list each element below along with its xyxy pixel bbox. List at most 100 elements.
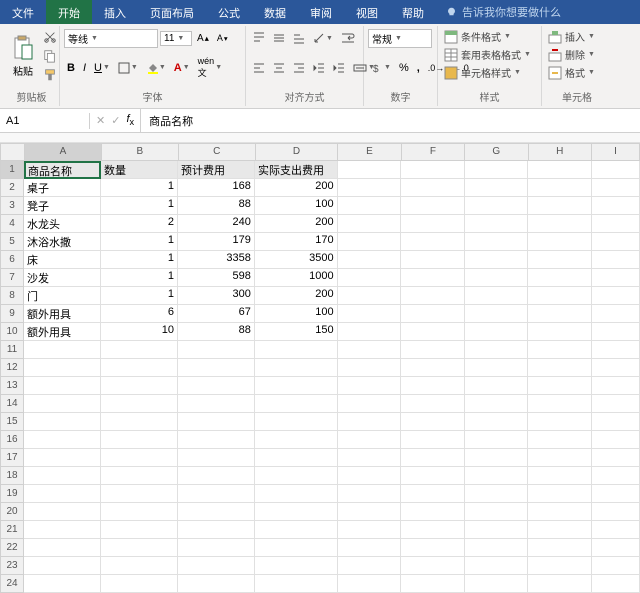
cell[interactable] bbox=[465, 287, 529, 305]
tab-formulas[interactable]: 公式 bbox=[206, 0, 252, 24]
row-header[interactable]: 14 bbox=[0, 395, 24, 413]
tab-view[interactable]: 视图 bbox=[344, 0, 390, 24]
cell[interactable]: 240 bbox=[178, 215, 255, 233]
cell[interactable] bbox=[465, 431, 529, 449]
cell[interactable] bbox=[528, 323, 592, 341]
tab-layout[interactable]: 页面布局 bbox=[138, 0, 206, 24]
cell[interactable] bbox=[101, 359, 178, 377]
cell[interactable] bbox=[338, 449, 402, 467]
cell[interactable] bbox=[528, 431, 592, 449]
cell[interactable] bbox=[528, 575, 592, 593]
cell[interactable] bbox=[255, 449, 338, 467]
cell[interactable]: 桌子 bbox=[24, 179, 101, 197]
cell[interactable]: 沐浴水撒 bbox=[24, 233, 101, 251]
row-header[interactable]: 19 bbox=[0, 485, 24, 503]
cell[interactable]: 150 bbox=[255, 323, 338, 341]
cell[interactable] bbox=[255, 485, 338, 503]
cell[interactable]: 预计费用 bbox=[178, 161, 255, 179]
cell[interactable] bbox=[255, 503, 338, 521]
cell[interactable] bbox=[465, 557, 529, 575]
tab-insert[interactable]: 插入 bbox=[92, 0, 138, 24]
cell[interactable] bbox=[24, 521, 101, 539]
cell[interactable]: 额外用具 bbox=[24, 323, 101, 341]
cell[interactable] bbox=[338, 359, 402, 377]
cell[interactable] bbox=[528, 161, 592, 179]
cell[interactable] bbox=[24, 431, 101, 449]
cell[interactable] bbox=[101, 503, 178, 521]
cell[interactable] bbox=[178, 485, 255, 503]
cell[interactable] bbox=[178, 359, 255, 377]
cell[interactable] bbox=[401, 179, 465, 197]
cell[interactable] bbox=[401, 287, 465, 305]
cell[interactable] bbox=[465, 539, 529, 557]
cell[interactable] bbox=[528, 287, 592, 305]
italic-button[interactable]: I bbox=[80, 60, 89, 76]
column-header[interactable]: E bbox=[338, 143, 401, 161]
cell[interactable] bbox=[465, 413, 529, 431]
cell[interactable]: 88 bbox=[178, 197, 255, 215]
cell[interactable]: 沙发 bbox=[24, 269, 101, 287]
cell[interactable] bbox=[592, 413, 640, 431]
cell[interactable] bbox=[592, 161, 640, 179]
cell[interactable] bbox=[178, 449, 255, 467]
cell[interactable] bbox=[592, 539, 640, 557]
cell[interactable] bbox=[24, 539, 101, 557]
increase-font-button[interactable]: A▴ bbox=[194, 31, 212, 46]
cell[interactable] bbox=[401, 575, 465, 593]
cell[interactable] bbox=[465, 215, 529, 233]
row-header[interactable]: 2 bbox=[0, 179, 24, 197]
align-center-button[interactable] bbox=[270, 60, 288, 76]
cell[interactable] bbox=[592, 521, 640, 539]
format-cells-button[interactable]: 格式▼ bbox=[546, 64, 608, 81]
cell[interactable] bbox=[465, 449, 529, 467]
cell[interactable] bbox=[24, 449, 101, 467]
cell[interactable] bbox=[592, 359, 640, 377]
cell[interactable] bbox=[401, 197, 465, 215]
cell[interactable] bbox=[338, 413, 402, 431]
cell[interactable] bbox=[338, 377, 402, 395]
cell[interactable]: 168 bbox=[178, 179, 255, 197]
cell[interactable]: 200 bbox=[255, 179, 338, 197]
cell[interactable] bbox=[101, 485, 178, 503]
cell[interactable] bbox=[401, 467, 465, 485]
cell[interactable]: 2 bbox=[101, 215, 178, 233]
cell[interactable] bbox=[401, 251, 465, 269]
cell[interactable] bbox=[592, 557, 640, 575]
cell[interactable] bbox=[101, 575, 178, 593]
row-header[interactable]: 21 bbox=[0, 521, 24, 539]
cell[interactable] bbox=[465, 197, 529, 215]
cell[interactable] bbox=[592, 323, 640, 341]
cell[interactable] bbox=[528, 359, 592, 377]
cell[interactable]: 数量 bbox=[101, 161, 178, 179]
cell[interactable] bbox=[338, 323, 402, 341]
column-header[interactable]: I bbox=[592, 143, 640, 161]
cell[interactable]: 1 bbox=[101, 269, 178, 287]
cell[interactable]: 额外用具 bbox=[24, 305, 101, 323]
cell[interactable] bbox=[528, 557, 592, 575]
cell[interactable] bbox=[401, 503, 465, 521]
cell[interactable] bbox=[338, 539, 402, 557]
row-header[interactable]: 8 bbox=[0, 287, 24, 305]
cell[interactable] bbox=[401, 341, 465, 359]
cell[interactable] bbox=[401, 323, 465, 341]
align-top-button[interactable] bbox=[250, 30, 268, 46]
cell[interactable] bbox=[338, 305, 402, 323]
cell[interactable] bbox=[338, 575, 402, 593]
cell[interactable] bbox=[465, 503, 529, 521]
row-header[interactable]: 13 bbox=[0, 377, 24, 395]
cell[interactable] bbox=[528, 449, 592, 467]
cell[interactable] bbox=[528, 395, 592, 413]
cell[interactable] bbox=[401, 305, 465, 323]
cell[interactable] bbox=[101, 431, 178, 449]
cell[interactable]: 200 bbox=[255, 287, 338, 305]
cell[interactable] bbox=[592, 467, 640, 485]
column-header[interactable]: B bbox=[102, 143, 179, 161]
cell[interactable] bbox=[255, 575, 338, 593]
cell[interactable] bbox=[178, 467, 255, 485]
cell[interactable] bbox=[401, 161, 465, 179]
cell[interactable] bbox=[101, 449, 178, 467]
cell[interactable] bbox=[24, 377, 101, 395]
delete-cells-button[interactable]: 删除▼ bbox=[546, 46, 608, 63]
cell[interactable] bbox=[465, 395, 529, 413]
font-name-combo[interactable]: 等线▼ bbox=[64, 29, 158, 48]
